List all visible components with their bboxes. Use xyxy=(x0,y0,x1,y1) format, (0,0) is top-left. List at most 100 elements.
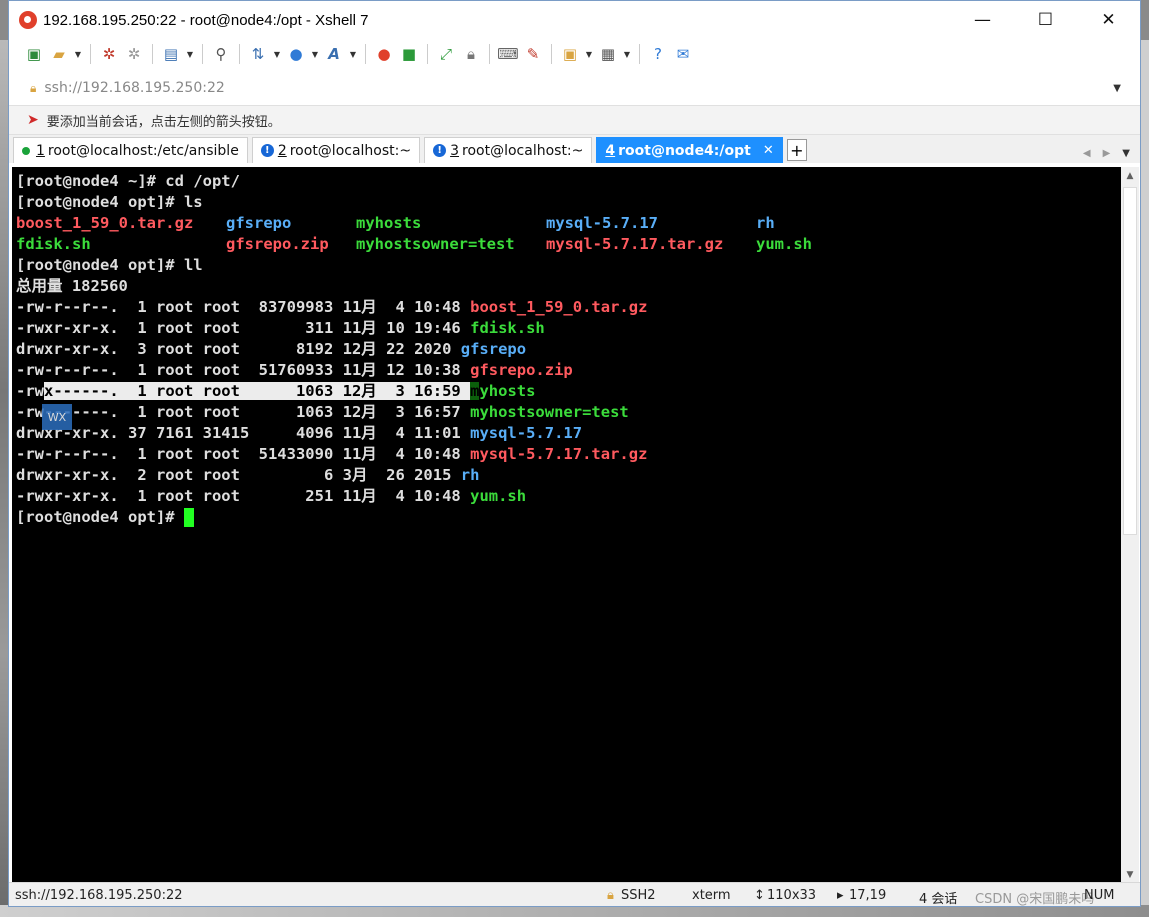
tab-session-2[interactable]: ! 2 root@localhost:~ xyxy=(251,137,421,163)
ll-meta: -rw-r--r--. 1 root root 51433090 11月 4 1… xyxy=(16,445,471,463)
address-input[interactable]: ssh://192.168.195.250:22 xyxy=(44,80,224,96)
ll-filename: yhosts xyxy=(479,382,536,400)
tab-bar: 1 root@localhost:/etc/ansible ! 2 root@l… xyxy=(9,135,1140,163)
maximize-button[interactable]: ☐ xyxy=(1014,1,1077,39)
status-bar: ssh://192.168.195.250:22 🔒︎ SSH2 xterm ↕… xyxy=(9,882,1140,907)
toolbar-separator xyxy=(639,44,640,64)
tab-session-1[interactable]: 1 root@localhost:/etc/ansible xyxy=(13,137,248,163)
tab-scroll-right-icon[interactable]: ▶ xyxy=(1103,148,1111,159)
compose-dropdown-icon[interactable]: ▼ xyxy=(584,43,594,65)
tab-number: 1 xyxy=(36,142,45,159)
xftp-icon[interactable]: ● xyxy=(373,43,395,65)
help-icon[interactable]: ? xyxy=(647,43,669,65)
shell-prompt: [root@node4 opt]# xyxy=(16,508,184,526)
highlight-icon[interactable]: ✎ xyxy=(522,43,544,65)
ls-entry: fdisk.sh xyxy=(16,235,91,253)
ls-entry: gfsrepo.zip xyxy=(226,235,329,253)
ll-filename: myhostsowner=test xyxy=(470,403,629,421)
ls-entry: yum.sh xyxy=(756,235,812,253)
toolbar-separator xyxy=(152,44,153,64)
font-dropdown-icon[interactable]: ▼ xyxy=(348,43,358,65)
floating-widget-icon[interactable]: WX xyxy=(42,404,72,430)
transfer-icon[interactable]: ⇅ xyxy=(247,43,269,65)
properties-dropdown-icon[interactable]: ▼ xyxy=(185,43,195,65)
chat-icon[interactable]: ✉ xyxy=(672,43,694,65)
terminal-scrollbar[interactable]: ▲ ▼ xyxy=(1121,167,1139,884)
ll-filename: mysql-5.7.17 xyxy=(470,424,583,442)
address-dropdown-icon[interactable]: ▼ xyxy=(1113,83,1121,94)
minimize-button[interactable]: — xyxy=(951,1,1014,39)
ll-meta: -rw xyxy=(16,382,44,400)
new-session-icon[interactable]: ▣ xyxy=(23,43,45,65)
title-bar[interactable]: 192.168.195.250:22 - root@node4:/opt - X… xyxy=(9,1,1140,39)
ll-row: -rwxr-xr-x. 1 root root 311 11月 10 19:46… xyxy=(16,318,1122,339)
tab-list-dropdown-icon[interactable]: ▼ xyxy=(1122,148,1130,159)
window-title: 192.168.195.250:22 - root@node4:/opt - X… xyxy=(43,11,369,29)
session-hint-bar: ➤ 要添加当前会话，点击左侧的箭头按钮。 xyxy=(9,105,1140,135)
tab-session-4-active[interactable]: 4 root@node4:/opt ✕ xyxy=(596,137,783,163)
tab-scroll-left-icon[interactable]: ◀ xyxy=(1083,148,1091,159)
disconnect-icon[interactable]: ✲ xyxy=(123,43,145,65)
open-folder-icon[interactable]: ▰ xyxy=(48,43,70,65)
fullscreen-icon[interactable]: ⤢ xyxy=(435,43,457,65)
scroll-up-icon[interactable]: ▲ xyxy=(1121,167,1139,185)
toolbar-separator xyxy=(90,44,91,64)
status-terminal-size: 110x33 xyxy=(767,888,817,903)
cursor-position-icon: ▸ xyxy=(837,888,844,903)
lock-icon: 🔒︎ xyxy=(30,80,37,95)
address-bar[interactable]: 🔒︎ ssh://192.168.195.250:22 ▼ xyxy=(21,75,1128,101)
close-button[interactable]: ✕ xyxy=(1077,1,1140,39)
ll-row: drwxr-xr-x. 37 7161 31415 4096 11月 4 11:… xyxy=(16,423,1122,444)
csdn-watermark: CSDN @宋国鹏未吗 xyxy=(975,892,1095,907)
ls-entry: mysql-5.7.17.tar.gz xyxy=(546,235,724,253)
tab-number: 2 xyxy=(277,142,287,159)
size-icon: ↕ xyxy=(754,888,765,903)
ll-row-selected: -rwx------. 1 root root 1063 12月 3 16:59… xyxy=(16,381,1122,402)
toolbar-separator xyxy=(551,44,552,64)
ll-filename: gfsrepo xyxy=(460,340,527,358)
connect-icon[interactable]: ✲ xyxy=(98,43,120,65)
ll-meta: -rw-r--r--. 1 root root 51760933 11月 12 … xyxy=(16,361,471,379)
window-controls: — ☐ ✕ xyxy=(951,1,1140,39)
layout-icon[interactable]: ▦ xyxy=(597,43,619,65)
terminal-cursor xyxy=(183,508,194,527)
close-tab-icon[interactable]: ✕ xyxy=(763,143,774,158)
layout-dropdown-icon[interactable]: ▼ xyxy=(622,43,632,65)
globe-dropdown-icon[interactable]: ▼ xyxy=(310,43,320,65)
scrollbar-thumb[interactable] xyxy=(1123,187,1137,535)
open-dropdown-icon[interactable]: ▼ xyxy=(73,43,83,65)
transfer-dropdown-icon[interactable]: ▼ xyxy=(272,43,282,65)
add-session-arrow-icon[interactable]: ➤ xyxy=(27,112,39,128)
xshell-app-icon xyxy=(19,11,37,29)
tab-session-3[interactable]: ! 3 root@localhost:~ xyxy=(424,137,593,163)
lock-icon[interactable]: 🔒︎ xyxy=(460,43,482,65)
ll-meta: drwxr-xr-x. 37 7161 31415 4096 11月 4 11:… xyxy=(16,424,471,442)
tab-number: 4 xyxy=(605,142,616,159)
ls-output-row: fdisk.sh gfsrepo.zip myhostsowner=test mysq… xyxy=(16,234,1122,255)
properties-icon[interactable]: ▤ xyxy=(160,43,182,65)
font-icon[interactable]: A xyxy=(323,43,345,65)
status-connection: ssh://192.168.195.250:22 xyxy=(15,888,183,903)
add-tab-button[interactable]: + xyxy=(786,139,807,161)
ll-row: drwxr-xr-x. 2 root root 6 3月 26 2015 rh xyxy=(16,465,1122,486)
lock-icon: 🔒︎ xyxy=(607,888,614,903)
compose-icon[interactable]: ▣ xyxy=(559,43,581,65)
xshell-green-icon[interactable]: ■ xyxy=(398,43,420,65)
tab-navigation: ◀ ▶ ▼ xyxy=(1083,148,1130,159)
ll-row: -rwxr-xr-x. 1 root root 251 11月 4 10:48 … xyxy=(16,486,1122,507)
ls-entry: rh xyxy=(756,214,775,232)
session-hint-text: 要添加当前会话，点击左侧的箭头按钮。 xyxy=(46,114,281,130)
toolbar-separator xyxy=(427,44,428,64)
ll-row: -rw-------. 1 root root 1063 12月 3 16:57… xyxy=(16,402,1122,423)
keyboard-icon[interactable]: ⌨ xyxy=(497,43,519,65)
tab-label: root@localhost:~ xyxy=(462,142,584,159)
ll-meta: drwxr-xr-x. 3 root root 8192 12月 22 2020 xyxy=(16,340,461,358)
terminal-output[interactable]: [root@node4 ~]# cd /opt/ [root@node4 opt… xyxy=(12,167,1122,884)
warning-status-icon: ! xyxy=(433,144,447,157)
ll-meta: -rw-------. 1 root root 1063 12月 3 16:57 xyxy=(16,403,471,421)
status-cursor-position: 17,19 xyxy=(849,888,887,903)
find-icon[interactable]: ⚲ xyxy=(210,43,232,65)
tab-label: root@localhost:~ xyxy=(289,142,412,159)
globe-icon[interactable]: ● xyxy=(285,43,307,65)
ls-entry: boost_1_59_0.tar.gz xyxy=(16,214,194,232)
